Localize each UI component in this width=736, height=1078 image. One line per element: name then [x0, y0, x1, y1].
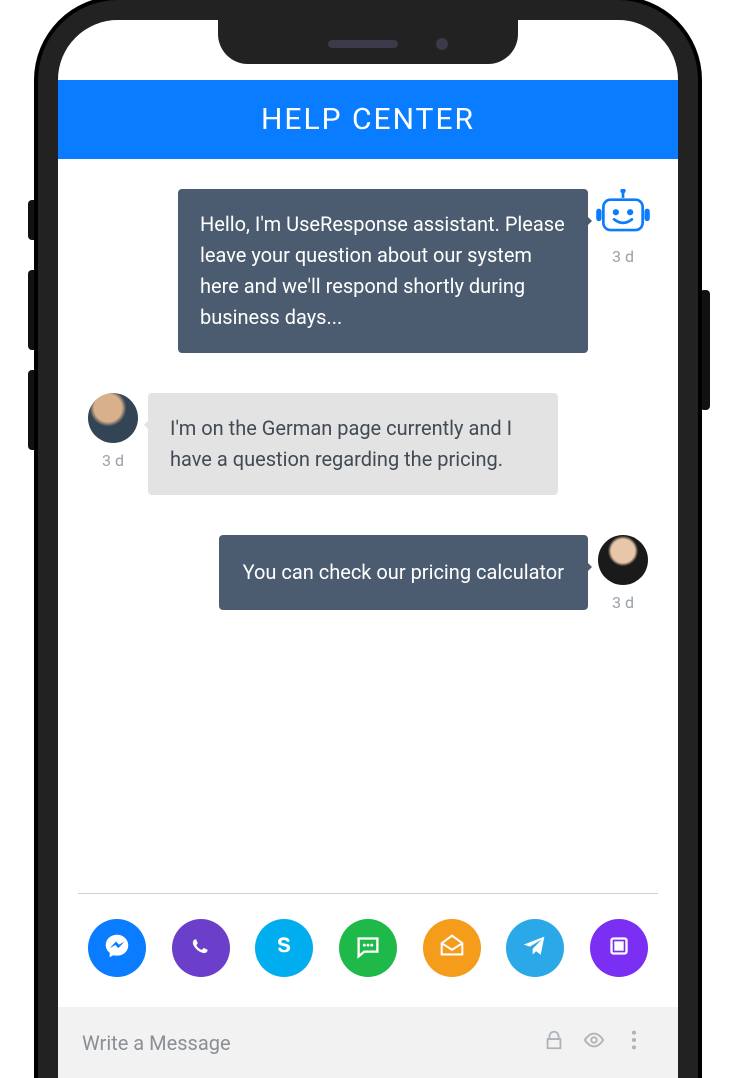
sms-icon	[353, 931, 383, 965]
message-text: Hello, I'm UseResponse assistant. Please…	[200, 212, 565, 329]
lock-icon[interactable]	[534, 1029, 574, 1056]
header-title: HELP CENTER	[261, 102, 475, 137]
message-row: You can check our pricing calculator 3 d	[78, 535, 658, 612]
channel-email[interactable]	[423, 919, 481, 977]
message-timestamp: 3 d	[612, 593, 634, 612]
phone-notch	[218, 20, 518, 64]
divider	[78, 893, 658, 894]
telegram-icon	[520, 931, 550, 965]
message-row: Hello, I'm UseResponse assistant. Please…	[78, 189, 658, 353]
message-bubble: Hello, I'm UseResponse assistant. Please…	[178, 189, 588, 353]
channel-skype[interactable]	[255, 919, 313, 977]
avatar-column: 3 d	[588, 189, 658, 266]
message-input-placeholder[interactable]: Write a Message	[82, 1031, 534, 1055]
message-text: You can check our pricing calculator	[243, 560, 564, 584]
channel-other[interactable]	[590, 919, 648, 977]
channel-messenger[interactable]	[88, 919, 146, 977]
channel-viber[interactable]	[172, 919, 230, 977]
bot-icon	[596, 189, 650, 239]
channel-telegram[interactable]	[506, 919, 564, 977]
message-timestamp: 3 d	[612, 247, 634, 266]
phone-frame: HELP CENTER Hello, I'm UseResponse assis…	[38, 0, 698, 1078]
agent-avatar	[598, 535, 648, 585]
message-text: I'm on the German page currently and I h…	[170, 416, 512, 471]
stack-icon	[604, 931, 634, 965]
viber-icon	[186, 931, 216, 965]
more-icon[interactable]	[614, 1029, 654, 1056]
channel-sms[interactable]	[339, 919, 397, 977]
message-bubble: I'm on the German page currently and I h…	[148, 393, 558, 495]
app-screen: HELP CENTER Hello, I'm UseResponse assis…	[58, 20, 678, 1078]
message-input-bar[interactable]: Write a Message	[58, 1007, 678, 1078]
message-timestamp: 3 d	[102, 451, 124, 470]
message-bubble: You can check our pricing calculator	[219, 535, 588, 610]
app-header: HELP CENTER	[58, 80, 678, 159]
messenger-icon	[102, 931, 132, 965]
message-row: 3 d I'm on the German page currently and…	[78, 393, 658, 495]
chat-area[interactable]: Hello, I'm UseResponse assistant. Please…	[58, 159, 678, 883]
visibility-icon[interactable]	[574, 1029, 614, 1056]
skype-icon	[269, 931, 299, 965]
user-avatar	[88, 393, 138, 443]
channels-row	[58, 919, 678, 1007]
email-icon	[437, 931, 467, 965]
